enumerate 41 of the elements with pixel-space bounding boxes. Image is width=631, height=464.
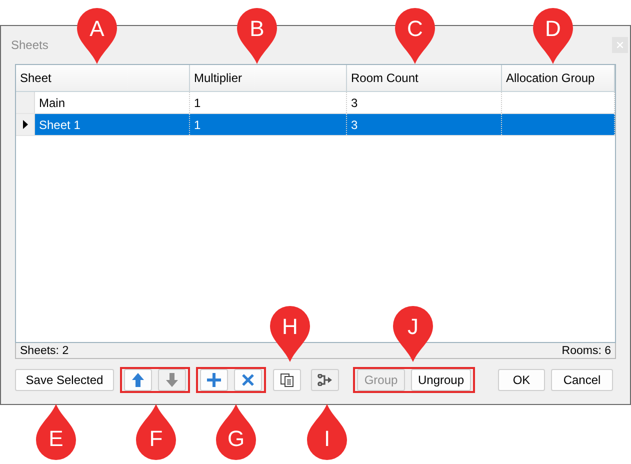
callout-pin: B [237,8,277,64]
callout-pin: D [533,8,573,64]
move-up-button[interactable] [124,369,152,391]
callout-pin: I [307,404,347,460]
callout-pin: H [270,306,310,362]
table-cell: Sheet 1 [35,114,190,135]
branch-arrow-icon [317,374,333,386]
callout-pin: E [36,404,76,460]
current-row-icon [22,120,28,129]
text-button[interactable]: OK [498,369,545,391]
table-cell: Main [35,92,190,113]
callout-pin: F [136,404,176,460]
close-icon [242,374,254,386]
row-header[interactable] [16,114,35,135]
text-button[interactable]: Ungroup [411,369,471,391]
down-arrow-icon [166,373,178,387]
callout-pin: J [393,306,433,362]
callout-pin: G [216,404,256,460]
table-cell: 3 [347,114,502,135]
sheet-count: Sheets: 2 [20,344,69,356]
column-header[interactable]: Sheet [16,65,190,91]
table-row[interactable]: Sheet 1 1 3 [16,114,615,136]
window-title: Sheets [11,38,48,52]
table-cell: 1 [190,92,347,113]
up-arrow-icon [132,373,144,387]
copy-button[interactable] [273,369,301,391]
table-cell: 1 [190,114,347,135]
delete-button[interactable] [234,369,262,391]
text-button[interactable]: Cancel [551,369,613,391]
plus-icon [207,373,221,387]
column-header[interactable]: Room Count [347,65,502,91]
copy-icon [280,373,294,387]
callout-pin: A [77,8,117,64]
column-header[interactable]: Multiplier [190,65,347,91]
table-cell: 3 [347,92,502,113]
room-count: Rooms: 6 [562,344,611,356]
column-header[interactable]: Allocation Group [502,65,615,91]
add-button[interactable] [200,369,228,391]
callout-pin: C [395,8,435,64]
text-button[interactable]: Save Selected [15,369,114,391]
close-icon [617,42,623,48]
